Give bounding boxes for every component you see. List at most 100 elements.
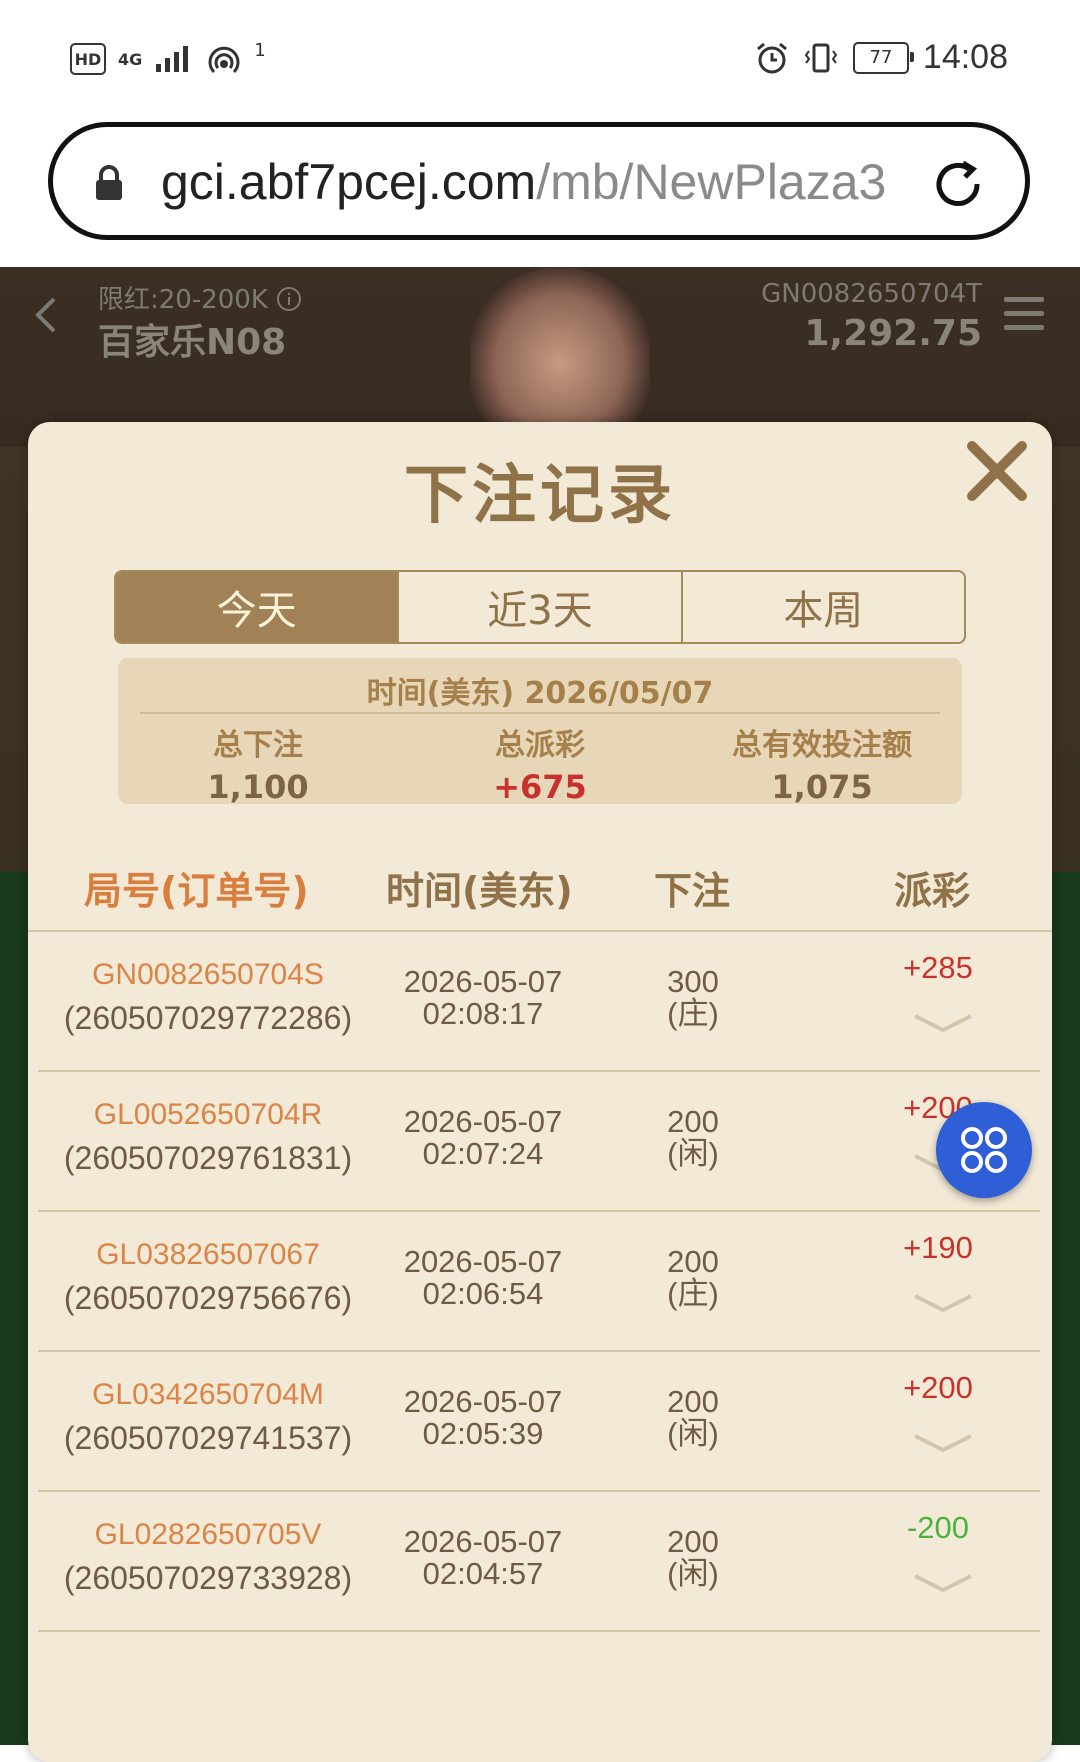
row-date: 2026-05-07 bbox=[403, 1244, 563, 1279]
total-payout-label: 总派彩 bbox=[495, 728, 585, 763]
row-payout: +200 bbox=[903, 1370, 973, 1405]
valid-bet-label: 总有效投注额 bbox=[732, 728, 912, 763]
hotspot-count: 1 bbox=[254, 39, 266, 61]
game-header: 限红:20-200K 百家乐N08 GN0082650704T 1,292.75 bbox=[0, 267, 1080, 363]
chevron-down-icon[interactable] bbox=[911, 1430, 975, 1456]
url-host: gci.abf7pcej.com bbox=[161, 154, 537, 210]
info-icon[interactable] bbox=[276, 286, 302, 312]
order-number: (260507029772286) bbox=[63, 1000, 353, 1036]
valid-bet-value: 1,075 bbox=[771, 768, 873, 806]
order-number: (260507029761831) bbox=[63, 1140, 353, 1176]
bet-side: (闲) bbox=[667, 1136, 719, 1171]
tab-today[interactable]: 今天 bbox=[116, 572, 400, 642]
row-id: GL0342650704M (260507029741537) bbox=[38, 1378, 378, 1457]
total-bet-value: 1,100 bbox=[207, 768, 309, 806]
row-clock: 02:08:17 bbox=[422, 996, 544, 1031]
table-row[interactable]: GL0342650704M (260507029741537) 2026-05-… bbox=[38, 1352, 1040, 1492]
row-bet: 300 (庄) bbox=[638, 966, 748, 1030]
table-row[interactable]: GL03826507067 (260507029756676) 2026-05-… bbox=[38, 1212, 1040, 1352]
status-right: 77 14:08 bbox=[755, 38, 1008, 77]
bet-limit: 限红:20-200K bbox=[98, 279, 302, 316]
order-number: (260507029741537) bbox=[63, 1420, 353, 1456]
alarm-icon bbox=[756, 42, 787, 73]
url-text[interactable]: gci.abf7pcej.com/mb/NewPlaza3 bbox=[161, 153, 886, 211]
row-id: GN0082650704S (260507029772286) bbox=[38, 958, 378, 1037]
row-date: 2026-05-07 bbox=[403, 1104, 563, 1139]
row-clock: 02:07:24 bbox=[422, 1136, 544, 1171]
row-clock: 02:04:57 bbox=[422, 1556, 544, 1591]
room-name: 百家乐N08 bbox=[98, 322, 287, 363]
bet-amount: 200 bbox=[667, 1244, 719, 1279]
row-bet: 200 (闲) bbox=[638, 1106, 748, 1170]
round-number: GL0052650704R bbox=[93, 1098, 323, 1131]
order-number: (260507029733928) bbox=[63, 1560, 353, 1596]
row-bet: 200 (闲) bbox=[638, 1386, 748, 1450]
bet-history-modal: 下注记录 今天 近3天 本周 时间(美东) 2026/05/07 总下注 1,1… bbox=[28, 422, 1052, 1762]
bet-side: (庄) bbox=[667, 1276, 719, 1311]
col-time: 时间(美东) bbox=[386, 869, 573, 913]
divider bbox=[140, 712, 940, 714]
row-clock: 02:06:54 bbox=[422, 1276, 544, 1311]
date-tabs: 今天 近3天 本周 bbox=[114, 570, 966, 644]
floating-menu-button[interactable] bbox=[936, 1102, 1032, 1198]
battery-indicator: 77 bbox=[852, 41, 914, 74]
close-icon[interactable] bbox=[962, 436, 1032, 506]
modal-title: 下注记录 bbox=[404, 459, 676, 533]
bet-amount: 200 bbox=[667, 1384, 719, 1419]
row-date: 2026-05-07 bbox=[403, 964, 563, 999]
tab-3-days[interactable]: 近3天 bbox=[399, 572, 683, 642]
hotspot-icon bbox=[208, 46, 240, 74]
bet-side: (闲) bbox=[667, 1556, 719, 1591]
vibrate-icon bbox=[804, 43, 838, 72]
balance: 1,292.75 bbox=[804, 313, 982, 354]
signal-icon bbox=[156, 46, 189, 72]
table-row[interactable]: GL0052650704R (260507029761831) 2026-05-… bbox=[38, 1072, 1040, 1212]
row-time: 2026-05-07 02:08:17 bbox=[378, 966, 588, 1030]
round-number: GL03826507067 bbox=[96, 1238, 320, 1271]
table-header: 局号(订单号) 时间(美东) 下注 派彩 bbox=[28, 860, 1052, 932]
summary-date: 时间(美东) 2026/05/07 bbox=[366, 676, 714, 711]
bet-amount: 300 bbox=[667, 964, 719, 999]
reload-icon[interactable] bbox=[929, 155, 987, 213]
tab-this-week[interactable]: 本周 bbox=[683, 572, 964, 642]
chevron-down-icon[interactable] bbox=[911, 1010, 975, 1036]
address-bar[interactable]: gci.abf7pcej.com/mb/NewPlaza3 bbox=[48, 122, 1030, 240]
bet-side: (庄) bbox=[667, 996, 719, 1031]
url-path: /mb/NewPlaza3 bbox=[536, 154, 887, 210]
grid-menu-icon bbox=[961, 1127, 1007, 1173]
back-icon[interactable] bbox=[34, 295, 58, 335]
lock-icon bbox=[96, 165, 122, 200]
round-id: GN0082650704T bbox=[761, 279, 982, 309]
row-bet: 200 (庄) bbox=[638, 1246, 748, 1310]
row-payout: +190 bbox=[903, 1230, 973, 1265]
row-payout: -200 bbox=[906, 1510, 970, 1545]
bet-limit-text: 限红:20-200K bbox=[98, 285, 268, 315]
round-number: GN0082650704S bbox=[92, 958, 324, 991]
bet-amount: 200 bbox=[667, 1524, 719, 1559]
table-row[interactable]: GL0282650705V (260507029733928) 2026-05-… bbox=[38, 1492, 1040, 1632]
row-id: GL03826507067 (260507029756676) bbox=[38, 1238, 378, 1317]
table-row[interactable]: GN0082650704S (260507029772286) 2026-05-… bbox=[38, 932, 1040, 1072]
bet-amount: 200 bbox=[667, 1104, 719, 1139]
row-time: 2026-05-07 02:07:24 bbox=[378, 1106, 588, 1170]
row-time: 2026-05-07 02:04:57 bbox=[378, 1526, 588, 1590]
order-number: (260507029756676) bbox=[63, 1280, 353, 1316]
menu-icon[interactable] bbox=[1004, 297, 1044, 331]
hd-indicator: HD bbox=[70, 43, 106, 75]
total-payout: 总派彩 +675 bbox=[400, 720, 680, 806]
row-clock: 02:05:39 bbox=[422, 1416, 544, 1451]
round-number: GL0282650705V bbox=[94, 1518, 322, 1551]
valid-bet: 总有效投注额 1,075 bbox=[682, 720, 962, 806]
col-round: 局号(订单号) bbox=[84, 869, 309, 913]
row-bet: 200 (闲) bbox=[638, 1526, 748, 1590]
total-bet-label: 总下注 bbox=[213, 728, 303, 763]
row-id: GL0052650704R (260507029761831) bbox=[38, 1098, 378, 1177]
row-time: 2026-05-07 02:06:54 bbox=[378, 1246, 588, 1310]
row-payout: +285 bbox=[903, 950, 973, 985]
total-bet: 总下注 1,100 bbox=[118, 720, 398, 806]
network-indicator: 4G bbox=[118, 49, 143, 69]
row-date: 2026-05-07 bbox=[403, 1384, 563, 1419]
chevron-down-icon[interactable] bbox=[911, 1570, 975, 1596]
row-date: 2026-05-07 bbox=[403, 1524, 563, 1559]
chevron-down-icon[interactable] bbox=[911, 1290, 975, 1316]
